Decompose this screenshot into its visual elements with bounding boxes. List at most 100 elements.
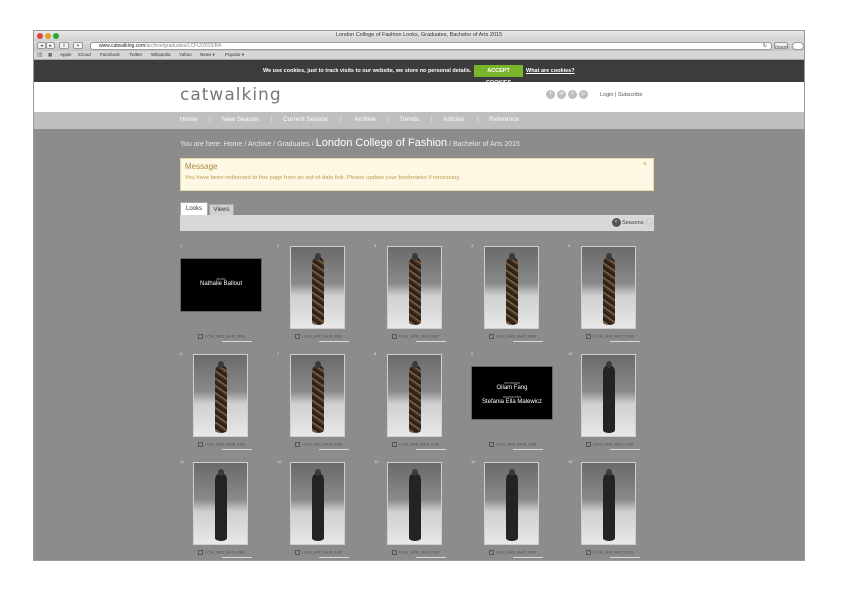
- bookmark-popular[interactable]: Popular ▾: [225, 51, 244, 59]
- look-photo[interactable]: [581, 462, 636, 545]
- twitter-icon[interactable]: t: [568, 90, 577, 99]
- reading-list-icon[interactable]: ▯▯: [37, 51, 43, 59]
- main-nav: Home | New Season | Current Season | Arc…: [34, 112, 804, 129]
- zoom-line-icon[interactable]: [222, 557, 252, 558]
- zoom-line-icon[interactable]: [610, 557, 640, 558]
- look-caption[interactable]: LCFU_GRD_BA15_0187: [295, 550, 365, 555]
- bookmark-icloud[interactable]: iCloud: [78, 51, 91, 59]
- designer-card[interactable]: studio Nathalie Ballout: [180, 258, 262, 312]
- zoom-line-icon[interactable]: [222, 449, 252, 450]
- zoom-line-icon[interactable]: [319, 341, 349, 342]
- settings-gear-icon[interactable]: [792, 42, 804, 50]
- facebook-icon[interactable]: f: [546, 90, 555, 99]
- look-number: 4: [471, 243, 474, 248]
- look-photo[interactable]: [193, 462, 248, 545]
- look-caption[interactable]: LCFU_GRD_BA15_0093: [489, 334, 559, 339]
- bookmark-news[interactable]: News ▾: [200, 51, 215, 59]
- tab-looks[interactable]: Looks: [180, 202, 208, 215]
- breadcrumb-graduates[interactable]: Graduates: [277, 141, 310, 148]
- look-number: 9: [471, 351, 474, 356]
- model-figure: [409, 474, 421, 541]
- pinterest-icon[interactable]: p: [579, 90, 588, 99]
- new-tab-button[interactable]: +: [73, 42, 83, 49]
- zoom-line-icon[interactable]: [610, 449, 640, 450]
- look-photo[interactable]: [581, 354, 636, 437]
- look-caption[interactable]: LCFU_GRD_BA15_0120: [295, 442, 365, 447]
- nav-reference[interactable]: Reference: [489, 116, 519, 123]
- nav-trends[interactable]: Trends: [399, 116, 419, 123]
- back-button[interactable]: ◂: [37, 42, 46, 49]
- look-caption[interactable]: LCFU_GRD_BA15_0198: [392, 550, 462, 555]
- look-photo[interactable]: [290, 354, 345, 437]
- login-link[interactable]: Login: [600, 92, 613, 98]
- nav-current-season[interactable]: Current Season: [283, 116, 329, 123]
- zoom-line-icon[interactable]: [416, 449, 446, 450]
- look-caption[interactable]: LCFU_GRD_BA15_0049: [198, 334, 268, 339]
- look-photo[interactable]: [387, 462, 442, 545]
- look-photo[interactable]: [290, 246, 345, 329]
- cookie-text: We use cookies, just to track visits to …: [263, 68, 472, 74]
- zoom-line-icon[interactable]: [416, 557, 446, 558]
- share-icon[interactable]: ⇪: [59, 42, 69, 49]
- previous-season-icon[interactable]: ‹: [611, 218, 621, 227]
- look-number: 10: [568, 351, 573, 356]
- forward-button[interactable]: ▸: [46, 42, 55, 49]
- look-photo[interactable]: [484, 246, 539, 329]
- look-photo[interactable]: [193, 354, 248, 437]
- look-caption[interactable]: LCFU_GRD_BA15_0098: [586, 334, 656, 339]
- nav-articles[interactable]: Articles: [443, 116, 464, 123]
- reload-icon[interactable]: ↻: [763, 43, 767, 49]
- look-caption[interactable]: LCFU_GRD_BA15_0082: [392, 334, 462, 339]
- page-subtitle: Bachelor of Arts 2015: [452, 141, 520, 148]
- zoom-line-icon[interactable]: [513, 557, 543, 558]
- look-caption[interactable]: LCFU_GRD_BA15_0158: [489, 442, 559, 447]
- zoom-line-icon[interactable]: [319, 449, 349, 450]
- look-caption[interactable]: LCFU_GRD_BA15_0221: [586, 550, 656, 555]
- look-photo[interactable]: [387, 354, 442, 437]
- look-item: 1 studio Nathalie Ballout LCFU_GRD_BA15_004…: [180, 243, 268, 349]
- look-photo[interactable]: [387, 246, 442, 329]
- bookmark-facebook[interactable]: Facebook: [100, 51, 120, 59]
- breadcrumb-home[interactable]: Home: [224, 141, 243, 148]
- nav-new-season[interactable]: New Season: [222, 116, 259, 123]
- look-caption[interactable]: LCFU_GRD_BA15_0083: [295, 334, 365, 339]
- breadcrumb-archive[interactable]: Archive: [248, 141, 271, 148]
- accept-cookies-button[interactable]: ACCEPT COOKIES: [474, 65, 523, 86]
- look-caption[interactable]: LCFU_GRD_BA15_0119: [198, 442, 268, 447]
- reader-button[interactable]: Reader: [774, 42, 788, 49]
- subscribe-link[interactable]: Subscribe: [618, 92, 642, 98]
- bookmark-yahoo[interactable]: Yahoo: [179, 51, 192, 59]
- nav-archive[interactable]: Archive: [354, 116, 376, 123]
- next-season-icon[interactable]: ›: [645, 218, 654, 227]
- site-logo[interactable]: catwalking: [180, 85, 282, 105]
- zoom-line-icon[interactable]: [513, 449, 543, 450]
- designer-card[interactable]: menswear Oilam Fang accessories Stefania El…: [471, 366, 553, 420]
- look-caption[interactable]: LCFU_GRD_BA15_0169: [586, 442, 656, 447]
- bookmark-wikipedia[interactable]: Wikipedia: [151, 51, 171, 59]
- zoom-line-icon[interactable]: [610, 341, 640, 342]
- bookmark-twitter[interactable]: Twitter: [129, 51, 142, 59]
- close-message-icon[interactable]: ×: [643, 161, 647, 168]
- zoom-line-icon[interactable]: [222, 341, 252, 342]
- model-figure: [215, 474, 227, 541]
- zoom-line-icon[interactable]: [319, 557, 349, 558]
- breadcrumb-prefix: You are here:: [180, 141, 222, 148]
- look-number: 6: [180, 351, 183, 356]
- zoom-line-icon[interactable]: [416, 341, 446, 342]
- look-photo[interactable]: [290, 462, 345, 545]
- look-caption[interactable]: LCFU_GRD_BA15_0209: [489, 550, 559, 555]
- tab-views[interactable]: Views: [209, 204, 234, 215]
- look-photo[interactable]: [484, 462, 539, 545]
- nav-separator: |: [209, 116, 211, 123]
- designer-name: Stefania Ella Malewicz: [481, 399, 543, 405]
- cookies-info-link[interactable]: What are cookies?: [526, 68, 575, 74]
- bookmark-apple[interactable]: Apple: [60, 51, 72, 59]
- look-caption[interactable]: LCFU_GRD_BA15_0148: [392, 442, 462, 447]
- look-photo[interactable]: [581, 246, 636, 329]
- email-icon[interactable]: ✉: [557, 90, 566, 99]
- address-bar[interactable]: www.catwalking.com/archive/graduates/LCF…: [90, 42, 772, 50]
- top-sites-icon[interactable]: ▦: [48, 51, 52, 59]
- zoom-line-icon[interactable]: [513, 341, 543, 342]
- nav-home[interactable]: Home: [180, 116, 197, 123]
- look-caption[interactable]: LCFU_GRD_BA15_0180: [198, 550, 268, 555]
